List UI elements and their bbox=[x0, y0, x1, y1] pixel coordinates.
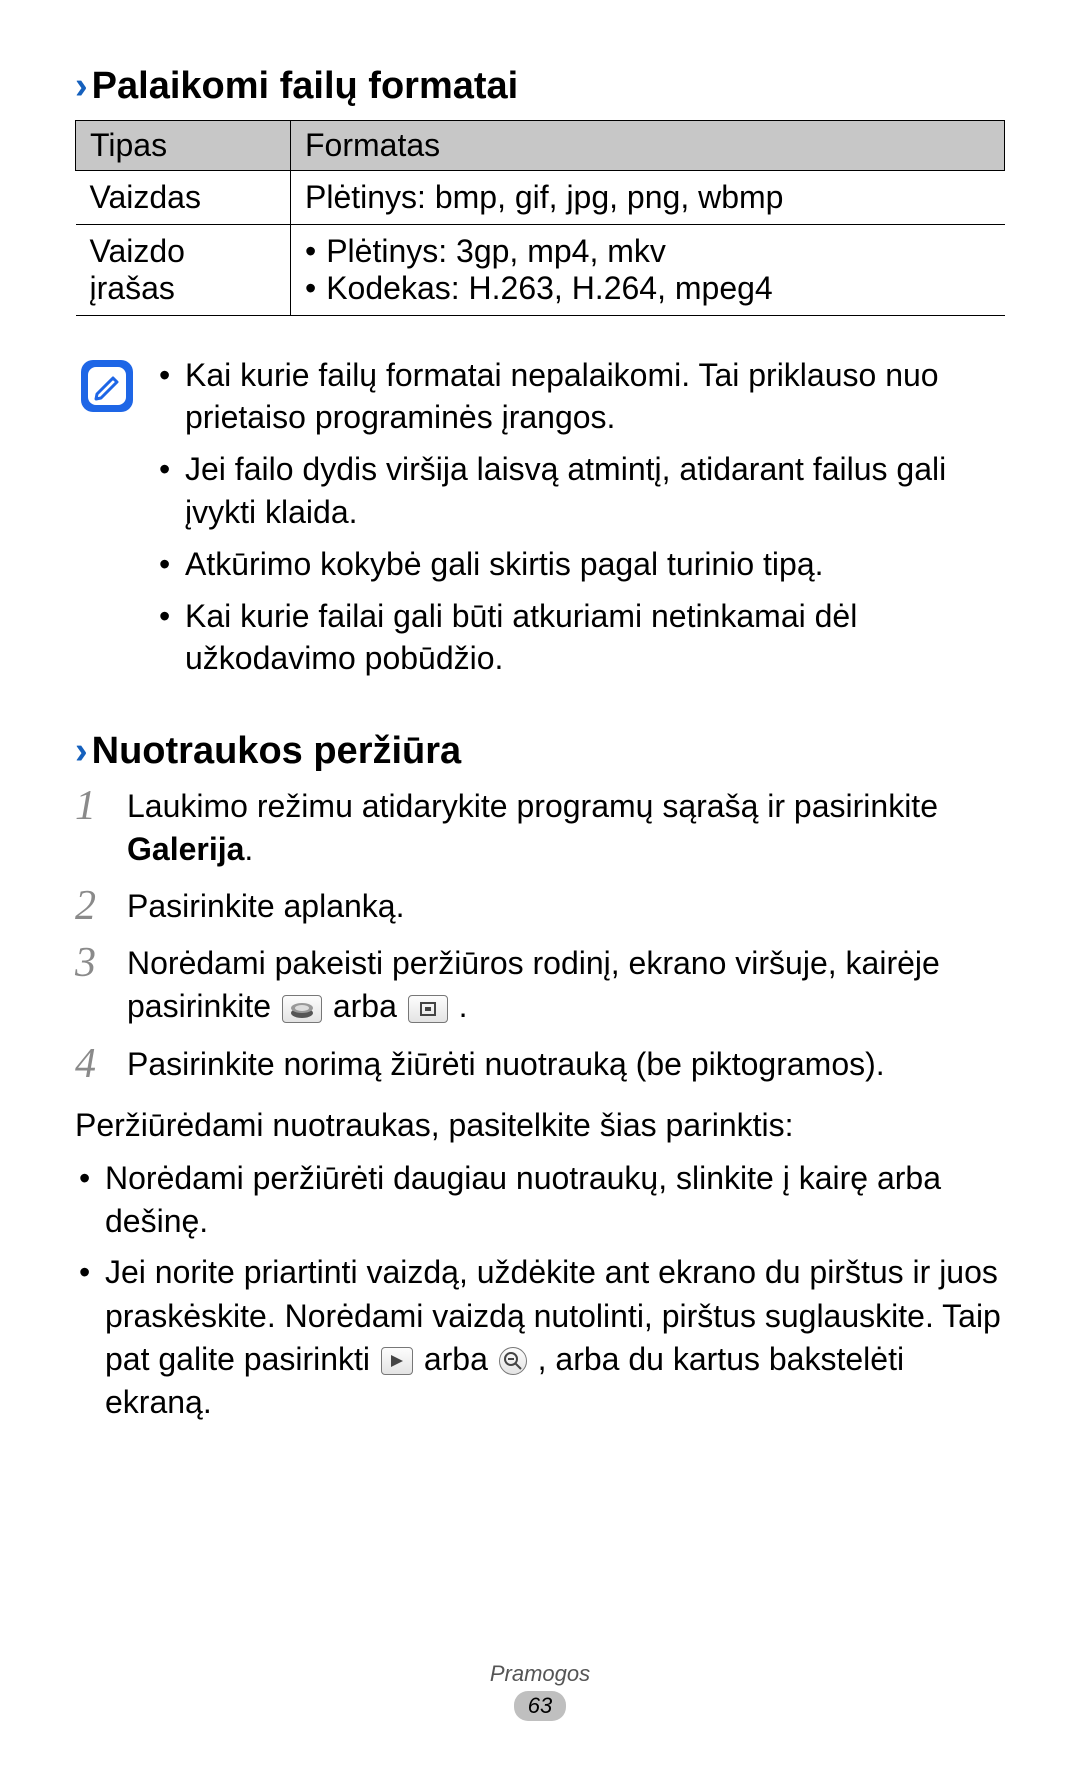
document-page: › Palaikomi failų formatai Tipas Formata… bbox=[0, 0, 1080, 1424]
formats-table: Tipas Formatas Vaizdas Plėtinys: bmp, gi… bbox=[75, 120, 1005, 316]
zoom-out-icon bbox=[499, 1347, 527, 1375]
step-3: 3 Norėdami pakeisti peržiūros rodinį, ek… bbox=[75, 942, 1005, 1028]
zoom-in-icon bbox=[381, 1347, 413, 1375]
step-number: 1 bbox=[75, 785, 127, 871]
table-row: Vaizdo įrašas Plėtinys: 3gp, mp4, mkv Ko… bbox=[76, 225, 1005, 316]
note-block: Kai kurie failų formatai nepalaikomi. Ta… bbox=[75, 354, 1005, 690]
note-item: Kai kurie failų formatai nepalaikomi. Ta… bbox=[157, 354, 1005, 438]
options-list: Norėdami peržiūrėti daugiau nuotraukų, s… bbox=[75, 1157, 1005, 1424]
th-format: Formatas bbox=[291, 121, 1005, 171]
option-item: Jei norite priartinti vaizdą, uždėkite a… bbox=[75, 1251, 1005, 1424]
note-list: Kai kurie failų formatai nepalaikomi. Ta… bbox=[157, 354, 1005, 690]
step-4: 4 Pasirinkite norimą žiūrėti nuotrauką (… bbox=[75, 1043, 1005, 1086]
step-number: 4 bbox=[75, 1043, 127, 1086]
th-type: Tipas bbox=[76, 121, 291, 171]
chevron-icon: › bbox=[75, 730, 88, 773]
table-header-row: Tipas Formatas bbox=[76, 121, 1005, 171]
video-codecs: Kodekas: H.263, H.264, mpeg4 bbox=[305, 270, 991, 307]
option-item: Norėdami peržiūrėti daugiau nuotraukų, s… bbox=[75, 1157, 1005, 1243]
step-number: 3 bbox=[75, 942, 127, 1028]
note-item: Kai kurie failai gali būti atkuriami net… bbox=[157, 595, 1005, 679]
chevron-icon: › bbox=[75, 65, 88, 108]
note-item: Atkūrimo kokybė gali skirtis pagal turin… bbox=[157, 543, 1005, 585]
cell-image-value: Plėtinys: bmp, gif, jpg, png, wbmp bbox=[291, 171, 1005, 225]
step1-suffix: . bbox=[244, 831, 253, 867]
footer-category: Pramogos bbox=[0, 1661, 1080, 1687]
note-pencil-icon bbox=[79, 358, 135, 414]
step-body: Pasirinkite norimą žiūrėti nuotrauką (be… bbox=[127, 1043, 1005, 1086]
cell-video-value: Plėtinys: 3gp, mp4, mkv Kodekas: H.263, … bbox=[291, 225, 1005, 316]
step3-text-end: . bbox=[459, 988, 468, 1024]
video-extensions: Plėtinys: 3gp, mp4, mkv bbox=[305, 233, 991, 270]
opt2-text-mid: arba bbox=[424, 1341, 497, 1377]
step3-text-mid: arba bbox=[333, 988, 406, 1024]
heading-photo-review: › Nuotraukos peržiūra bbox=[75, 730, 1005, 773]
note-item: Jei failo dydis viršija laisvą atmintį, … bbox=[157, 448, 1005, 532]
steps-list: 1 Laukimo režimu atidarykite programų są… bbox=[75, 785, 1005, 1086]
heading-supported-formats: › Palaikomi failų formatai bbox=[75, 65, 1005, 108]
page-number-badge: 63 bbox=[514, 1691, 566, 1721]
step-number: 2 bbox=[75, 885, 127, 928]
cell-video-label: Vaizdo įrašas bbox=[76, 225, 291, 316]
options-intro: Peržiūrėdami nuotraukas, pasitelkite šia… bbox=[75, 1104, 1005, 1147]
step3-text-a: Norėdami pakeisti peržiūros rodinį, ekra… bbox=[127, 945, 940, 1024]
step1-bold: Galerija bbox=[127, 831, 244, 867]
heading-text: Palaikomi failų formatai bbox=[92, 65, 519, 108]
step-body: Laukimo režimu atidarykite programų sąra… bbox=[127, 785, 1005, 871]
cell-image-label: Vaizdas bbox=[76, 171, 291, 225]
page-footer: Pramogos 63 bbox=[0, 1661, 1080, 1721]
step-body: Pasirinkite aplanką. bbox=[127, 885, 1005, 928]
step-2: 2 Pasirinkite aplanką. bbox=[75, 885, 1005, 928]
grid-view-icon bbox=[408, 995, 448, 1023]
step1-prefix: Laukimo režimu atidarykite programų sąra… bbox=[127, 788, 938, 824]
stack-view-icon bbox=[282, 995, 322, 1023]
step-body: Norėdami pakeisti peržiūros rodinį, ekra… bbox=[127, 942, 1005, 1028]
heading-text: Nuotraukos peržiūra bbox=[92, 730, 462, 773]
step-1: 1 Laukimo režimu atidarykite programų są… bbox=[75, 785, 1005, 871]
table-row: Vaizdas Plėtinys: bmp, gif, jpg, png, wb… bbox=[76, 171, 1005, 225]
